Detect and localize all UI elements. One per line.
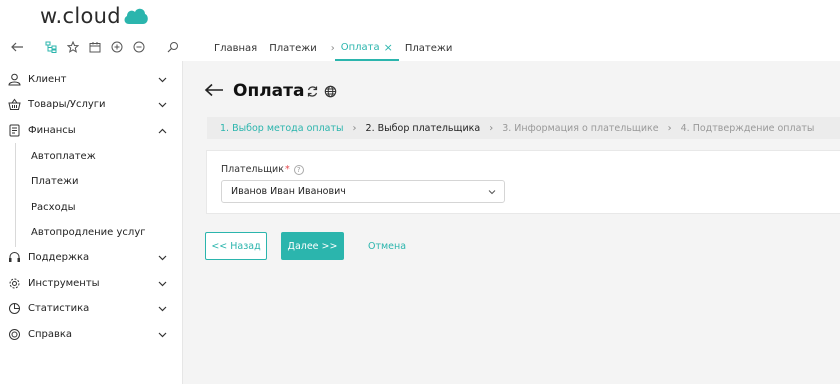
sidebar-subitem-payments[interactable]: Платежи bbox=[0, 169, 183, 194]
close-icon[interactable]: × bbox=[384, 41, 393, 54]
sidebar-item-label: Справка bbox=[28, 329, 73, 340]
step-1[interactable]: 1. Выбор метода оплаты bbox=[220, 123, 344, 134]
sidebar-subitem-label: Платежи bbox=[31, 176, 79, 187]
basket-icon bbox=[7, 98, 21, 112]
payer-label-text: Плательщик bbox=[221, 164, 284, 175]
sidebar-item-goods[interactable]: Товары/Услуги bbox=[0, 92, 183, 117]
sidebar-item-label: Клиент bbox=[28, 74, 67, 85]
chevron-down-icon bbox=[157, 253, 167, 263]
sidebar-item-label: Товары/Услуги bbox=[28, 99, 106, 110]
next-button[interactable]: Далее >> bbox=[281, 232, 344, 260]
tab-label: Платежи bbox=[269, 43, 317, 54]
cancel-button[interactable]: Отмена bbox=[368, 232, 406, 260]
step-arrow: › bbox=[489, 122, 494, 134]
sidebar-item-label: Поддержка bbox=[28, 252, 90, 263]
refresh-icon[interactable] bbox=[306, 85, 319, 98]
steps-breadcrumb: 1. Выбор метода оплаты › 2. Выбор плател… bbox=[207, 117, 840, 139]
lifebuoy-icon bbox=[7, 328, 21, 342]
wallet-icon bbox=[7, 124, 21, 138]
pie-chart-icon bbox=[7, 302, 21, 316]
required-mark: * bbox=[284, 164, 290, 175]
payer-select[interactable]: Иванов Иван Иванович bbox=[221, 180, 505, 203]
tab-payments[interactable]: Платежи bbox=[263, 36, 323, 61]
main-content: Оплата 1. Выбор метода оплаты › 2. Выбор… bbox=[184, 61, 840, 384]
tab-payments-2[interactable]: Платежи bbox=[399, 36, 459, 61]
search-icon[interactable] bbox=[162, 38, 184, 56]
payer-select-value: Иванов Иван Иванович bbox=[231, 186, 346, 197]
sidebar-subitem-label: Расходы bbox=[31, 202, 76, 213]
chevron-down-icon bbox=[157, 304, 167, 314]
step-2: 2. Выбор плательщика bbox=[365, 122, 481, 134]
chevron-down-icon bbox=[157, 330, 167, 340]
hierarchy-icon[interactable] bbox=[40, 38, 62, 56]
sidebar-subitem-autopayment[interactable]: Автоплатеж bbox=[0, 144, 183, 169]
sidebar-subitem-label: Автопродление услуг bbox=[31, 227, 146, 238]
tab-label: Оплата bbox=[340, 42, 380, 53]
headset-icon bbox=[7, 251, 21, 265]
sidebar-item-label: Инструменты bbox=[28, 278, 100, 289]
sidebar-item-finance[interactable]: Финансы bbox=[0, 118, 183, 143]
sidebar-item-support[interactable]: Поддержка bbox=[0, 245, 183, 270]
payer-card: Плательщик * ? Иванов Иван Иванович bbox=[206, 150, 840, 214]
back-button[interactable]: << Назад bbox=[205, 232, 267, 260]
sidebar-item-client[interactable]: Клиент bbox=[0, 67, 183, 92]
calendar-icon[interactable] bbox=[84, 38, 106, 56]
tab-payment-active[interactable]: Оплата × bbox=[334, 36, 399, 61]
step-3: 3. Информация о плательщике bbox=[502, 122, 659, 134]
chevron-down-icon bbox=[157, 279, 167, 289]
tab-bar: Главная Платежи › Оплата × Платежи bbox=[208, 36, 458, 61]
back-icon[interactable] bbox=[6, 38, 28, 56]
minus-circle-icon[interactable] bbox=[128, 38, 150, 56]
tab-label: Платежи bbox=[404, 43, 453, 54]
tab-home[interactable]: Главная bbox=[208, 36, 263, 61]
step-arrow: › bbox=[352, 122, 357, 134]
sidebar-subitem-label: Автоплатеж bbox=[31, 151, 96, 162]
step-4: 4. Подтверждение оплаты bbox=[680, 122, 815, 134]
cloud-logo-icon bbox=[124, 8, 148, 24]
sidebar-subitem-expenses[interactable]: Расходы bbox=[0, 195, 183, 220]
sidebar-item-label: Финансы bbox=[28, 125, 76, 136]
sidebar-item-tools[interactable]: Инструменты bbox=[0, 271, 183, 296]
sidebar-item-label: Статистика bbox=[28, 303, 90, 314]
chevron-down-icon bbox=[488, 190, 496, 195]
logo-text: w.cloud bbox=[40, 4, 121, 28]
sidebar-subitem-autorenewal[interactable]: Автопродление услуг bbox=[0, 220, 183, 245]
top-bar: w.cloud Главная Платежи › Оплата × Плате… bbox=[0, 0, 840, 61]
sidebar-item-statistics[interactable]: Статистика bbox=[0, 296, 183, 321]
step-arrow: › bbox=[667, 122, 672, 134]
sidebar: Клиент Товары/Услуги Финансы Автоплатеж … bbox=[0, 61, 183, 384]
globe-icon[interactable] bbox=[324, 85, 337, 98]
page-title: Оплата bbox=[233, 81, 305, 101]
plus-circle-icon[interactable] bbox=[106, 38, 128, 56]
chevron-down-icon bbox=[157, 100, 167, 110]
chevron-down-icon bbox=[157, 75, 167, 85]
sidebar-item-help[interactable]: Справка bbox=[0, 322, 183, 347]
help-icon[interactable]: ? bbox=[293, 164, 304, 175]
toolbar bbox=[6, 38, 184, 56]
payer-field-label: Плательщик * ? bbox=[221, 164, 304, 175]
logo[interactable]: w.cloud bbox=[40, 2, 149, 30]
user-icon bbox=[7, 73, 21, 87]
tab-label: Главная bbox=[214, 43, 258, 54]
back-arrow-icon[interactable] bbox=[204, 82, 224, 98]
chevron-up-icon bbox=[157, 126, 167, 136]
star-icon[interactable] bbox=[62, 38, 84, 56]
gear-icon bbox=[7, 277, 21, 291]
